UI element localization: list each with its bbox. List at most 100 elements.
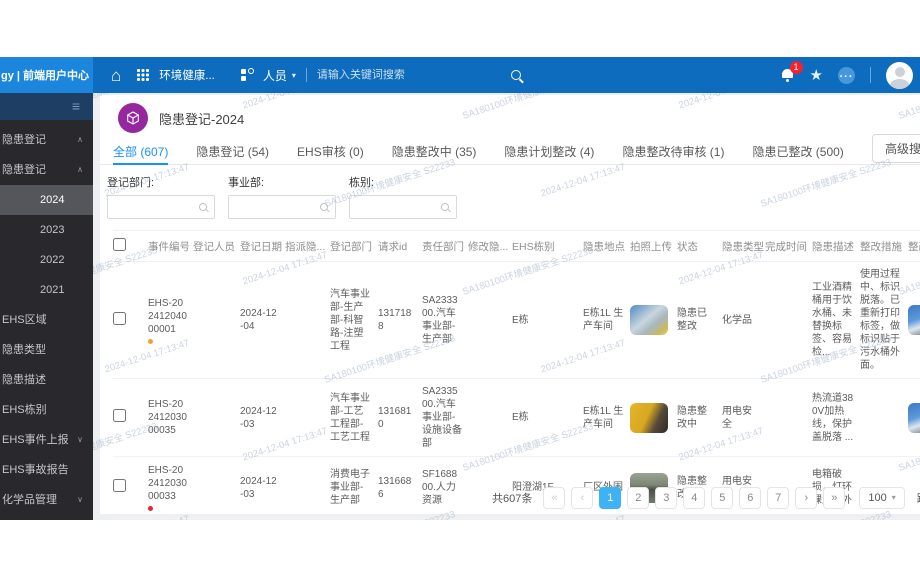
sidebar-item-ehs-event-report[interactable]: EHS事件上报 — [0, 425, 93, 455]
next-page-button[interactable]: › — [795, 487, 818, 509]
search-icon[interactable] — [510, 70, 521, 80]
row-checkbox[interactable] — [113, 409, 126, 422]
photo-cell — [630, 378, 677, 457]
rectify-photo-thumbnail[interactable] — [908, 402, 920, 433]
records-table: 事件编号 登记人员 登记日期 指派隐... 登记部门 请求id 责任部门 修改隐… — [113, 230, 920, 519]
sidebar-item-label: 隐患描述 — [2, 374, 46, 386]
register-dept-cell: 消费电子事业部-生产部 — [330, 456, 378, 519]
business-unit-input-wrap — [228, 195, 336, 219]
sidebar-item-hidden-danger-register-group[interactable]: 隐患登记 — [0, 125, 93, 155]
sidebar-item-label: 隐患登记 — [2, 134, 46, 146]
divider — [305, 68, 307, 82]
page-button-6[interactable]: 6 — [739, 487, 762, 509]
module-cube-icon — [118, 103, 148, 133]
filter-register-dept: 登记部门: — [107, 174, 215, 219]
event-no-cell: EHS-20241204000001 — [148, 261, 193, 379]
people-icon[interactable] — [240, 67, 254, 82]
page-button-2[interactable]: 2 — [627, 487, 650, 509]
person-menu[interactable]: 人员 ▾ — [263, 67, 296, 84]
favorites-star-icon[interactable]: ★ — [810, 68, 823, 83]
photo-thumbnail[interactable] — [630, 402, 668, 433]
col-finish-time: 完成时间 — [765, 230, 812, 262]
building-cell: E栋 — [512, 261, 583, 379]
filter-bar: 登记部门: 事业部: 栋别: — [100, 165, 920, 219]
home-icon[interactable]: ⌂ — [111, 67, 121, 84]
sidebar-item-ehs-accident-report[interactable]: EHS事故报告 — [0, 455, 93, 485]
page-button-4[interactable]: 4 — [683, 487, 706, 509]
sidebar-item-label: EHS事件上报 — [2, 434, 69, 446]
sidebar-item-ehs-area[interactable]: EHS区域 — [0, 305, 93, 335]
sidebar-item-chemical-management[interactable]: 化学品管理 — [0, 485, 93, 515]
finish-time-cell — [765, 261, 812, 379]
page-button-1[interactable]: 1 — [599, 487, 622, 509]
sidebar-item-hidden-danger-register[interactable]: 隐患登记 — [0, 155, 93, 185]
last-page-button[interactable]: » — [823, 487, 846, 509]
modified-cell — [468, 261, 512, 379]
search-icon — [320, 203, 328, 211]
app-logo[interactable]: gy | 前端用户中心 — [0, 57, 93, 93]
page-button-5[interactable]: 5 — [711, 487, 734, 509]
collapse-sidebar-icon[interactable] — [72, 97, 80, 115]
register-person-cell — [193, 261, 240, 379]
sidebar-item-danger-type[interactable]: 隐患类型 — [0, 335, 93, 365]
event-no: EHS-20241204000001 — [148, 297, 187, 335]
tab-registered[interactable]: 隐患登记 (54) — [196, 138, 269, 164]
page-header: 隐患登记-2024 — [100, 95, 920, 135]
tab-planned-rectify[interactable]: 隐患计划整改 (4) — [504, 138, 594, 164]
app-tab-env-health[interactable]: 环境健康... — [159, 67, 215, 83]
table-header-row: 事件编号 登记人员 登记日期 指派隐... 登记部门 请求id 责任部门 修改隐… — [113, 230, 920, 262]
sidebar-item-label: 化学品管理 — [2, 494, 57, 506]
advanced-search-button[interactable]: 高级搜索 — [871, 134, 920, 163]
rectify-photo-thumbnail[interactable] — [908, 305, 920, 335]
select-all-checkbox[interactable] — [113, 238, 126, 251]
page-button-7[interactable]: 7 — [767, 487, 790, 509]
sidebar-item-danger-description[interactable]: 隐患描述 — [0, 365, 93, 395]
global-search-input[interactable] — [316, 69, 449, 81]
resp-dept-cell: SA233500.汽车事业部-设施设备部 — [422, 378, 468, 457]
row-checkbox[interactable] — [113, 311, 126, 325]
search-icon — [199, 203, 207, 211]
main-area: SA180100环境健康安全 S222332024-12-04 17:13:47… — [93, 93, 920, 520]
page-size-select[interactable]: 100 ▾ — [859, 487, 905, 509]
tab-rectified[interactable]: 隐患已整改 (500) — [752, 138, 843, 164]
tab-ehs-review[interactable]: EHS审核 (0) — [297, 138, 364, 164]
content-card: 隐患登记-2024 全部 (607) 隐患登记 (54) EHS审核 (0) 隐… — [100, 95, 920, 519]
chevron-up-icon — [77, 125, 83, 155]
type-cell: 化学品 — [722, 261, 765, 379]
photo-thumbnail[interactable] — [630, 305, 668, 335]
page-button-3[interactable]: 3 — [655, 487, 678, 509]
chevron-down-icon: ▾ — [891, 493, 896, 502]
col-measure: 整改措施 — [860, 230, 908, 262]
sidebar-menu: 隐患登记 隐患登记 2024 2023 2022 2021 EHS区域 — [0, 120, 93, 515]
user-avatar[interactable] — [886, 61, 913, 89]
table-row: EHS-20241203000035 2024-12-03 汽车事业部-工艺工程… — [113, 378, 920, 457]
request-id-cell: 1317188 — [378, 261, 422, 379]
sidebar-item-2024[interactable]: 2024 — [0, 185, 93, 215]
tab-all[interactable]: 全部 (607) — [113, 138, 169, 165]
sidebar-item-2022[interactable]: 2022 — [0, 245, 93, 275]
notification-badge: 1 — [789, 61, 803, 74]
status-dot — [148, 338, 153, 344]
sidebar-item-2023[interactable]: 2023 — [0, 215, 93, 245]
top-nav: ⌂ 环境健康... 人员 ▾ 1 ★ — [93, 57, 920, 93]
app-window: gy | 前端用户中心 ⌂ 环境健康... 人员 ▾ 1 ★ — [0, 57, 920, 520]
tab-pending-review[interactable]: 隐患整改待审核 (1) — [622, 138, 724, 164]
notifications-bell-icon[interactable]: 1 — [781, 61, 803, 82]
apps-grid-icon[interactable] — [137, 69, 149, 81]
first-page-button[interactable]: « — [543, 487, 566, 509]
sidebar-item-label: 2024 — [40, 194, 65, 206]
sidebar-item-ehs-building[interactable]: EHS栋别 — [0, 395, 93, 425]
register-dept-input-wrap — [107, 195, 215, 219]
building-cell: E栋 — [512, 378, 583, 457]
more-options-icon[interactable] — [838, 66, 855, 84]
register-date-cell: 2024-12-03 — [240, 456, 285, 519]
register-date-cell: 2024-12-04 — [240, 261, 285, 379]
sidebar-item-label: EHS事故报告 — [2, 464, 69, 476]
prev-page-button[interactable]: ‹ — [571, 487, 594, 509]
filter-label: 事业部: — [228, 177, 265, 189]
tab-rectifying[interactable]: 隐患整改中 (35) — [392, 138, 477, 164]
col-assigned: 指派隐... — [285, 230, 330, 262]
col-description: 隐患描述 — [812, 230, 860, 262]
row-checkbox[interactable] — [113, 479, 126, 492]
sidebar-item-2021[interactable]: 2021 — [0, 275, 93, 305]
